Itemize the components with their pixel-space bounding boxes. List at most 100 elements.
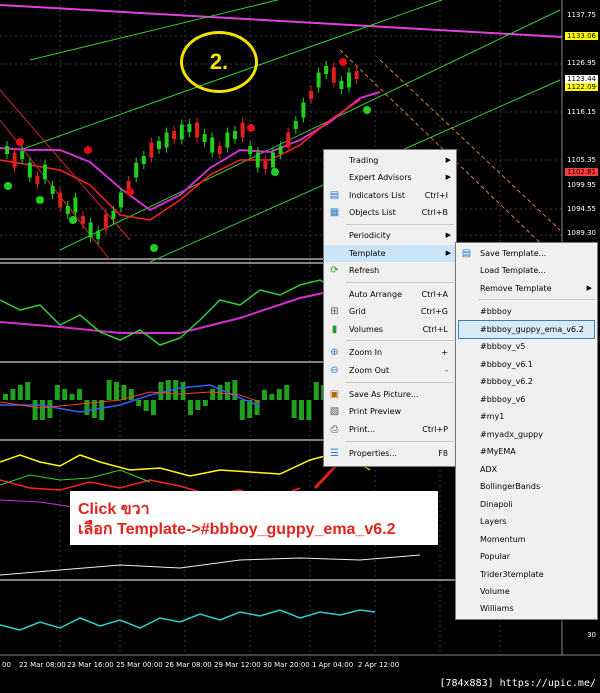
submenu-arrow-icon: ▶ — [445, 249, 451, 257]
menu-item-label: Trading — [349, 156, 379, 165]
price-label: 1137.75 — [567, 11, 596, 19]
print-icon: ⎙ — [330, 424, 339, 435]
submenu-item-label: #bbboy_guppy_ema_v6.2 — [480, 325, 584, 334]
submenu-item-label: #bbboy_v6.2 — [480, 377, 534, 386]
price-tag: 1133.06 — [565, 32, 598, 40]
menu-item-expert-advisors[interactable]: Expert Advisors ▶ — [324, 169, 456, 186]
histogram-bar — [114, 382, 119, 400]
submenu-item-template[interactable]: Dinapoli — [456, 496, 597, 513]
indicator-axis-label: 30 — [587, 631, 596, 639]
menu-item-label: Grid — [349, 307, 366, 316]
submenu-item-template[interactable]: #my1 — [456, 408, 597, 425]
menu-item-save-as-picture[interactable]: ▣ Save As Picture... — [324, 386, 456, 403]
submenu-item-label: #my1 — [480, 412, 505, 421]
price-label: 1126.95 — [567, 59, 596, 67]
submenu-item-template[interactable]: #MyEMA — [456, 443, 597, 460]
candle — [149, 142, 154, 158]
menu-item-trading[interactable]: Trading ▶ — [324, 152, 456, 169]
submenu-item-template[interactable]: ADX — [456, 461, 597, 478]
menu-item-print[interactable]: ⎙ Print... Ctrl+P — [324, 421, 456, 438]
submenu-item-template[interactable]: Volume — [456, 583, 597, 600]
menu-shortcut: Ctrl+L — [422, 325, 448, 334]
menu-item-auto-arrange[interactable]: Auto Arrange Ctrl+A — [324, 286, 456, 303]
submenu-item-remove-template[interactable]: Remove Template ▶ — [456, 280, 597, 297]
submenu-item-template[interactable]: Williams — [456, 600, 597, 617]
candle — [324, 66, 329, 74]
submenu-item-template-selected[interactable]: #bbboy_guppy_ema_v6.2 — [456, 321, 597, 338]
menu-item-periodicity[interactable]: Periodicity ▶ — [324, 227, 456, 244]
candle — [263, 161, 268, 169]
zoom-in-icon: ⊕ — [330, 347, 339, 358]
menu-shortcut: Ctrl+P — [422, 425, 448, 434]
candle — [103, 214, 108, 230]
menu-item-properties[interactable]: ☰ Properties... F8 — [324, 445, 456, 462]
histogram-bar — [40, 400, 45, 420]
submenu-item-template[interactable]: #bbboy_v5 — [456, 338, 597, 355]
candle — [12, 152, 17, 168]
price-tag: 1122.09 — [565, 83, 598, 91]
histogram-bar — [291, 400, 297, 418]
candle — [354, 71, 359, 79]
histogram-bar — [313, 382, 319, 400]
menu-item-indicators-list[interactable]: ▤ Indicators List Ctrl+I — [324, 187, 456, 204]
candle — [164, 132, 169, 148]
price-tag: 1102.81 — [565, 168, 598, 176]
histogram-bar — [225, 382, 230, 400]
candle — [73, 197, 78, 213]
submenu-item-load-template[interactable]: Load Template... — [456, 262, 597, 279]
submenu-item-save-template[interactable]: ▤ Save Template... — [456, 245, 597, 262]
menu-item-zoom-in[interactable]: ⊕ Zoom In + — [324, 344, 456, 361]
candle — [309, 91, 313, 99]
candle — [111, 211, 116, 219]
submenu-item-label: #bbboy_v5 — [480, 342, 526, 351]
submenu-item-template[interactable]: #bbboy — [456, 303, 597, 320]
submenu-item-label: #bbboy_v6 — [480, 395, 526, 404]
menu-item-objects-list[interactable]: ▦ Objects List Ctrl+B — [324, 204, 456, 221]
candle — [339, 81, 344, 89]
histogram-bar — [180, 382, 186, 400]
candle — [157, 141, 161, 149]
menu-item-zoom-out[interactable]: ⊖ Zoom Out - — [324, 362, 456, 379]
menu-shortcut: - — [445, 366, 448, 375]
submenu-item-template[interactable]: Trider3template — [456, 566, 597, 583]
submenu-item-template[interactable]: BollingerBands — [456, 478, 597, 495]
histogram-bar — [77, 389, 82, 400]
candle — [248, 146, 253, 154]
histogram-bar — [136, 400, 142, 406]
menu-shortcut: F8 — [438, 449, 448, 458]
menu-item-grid[interactable]: ⊞ Grid Ctrl+G — [324, 303, 456, 320]
histogram-bar — [3, 394, 8, 400]
menu-item-refresh[interactable]: ⟳ Refresh — [324, 262, 456, 279]
candle — [225, 132, 230, 148]
menu-shortcut: + — [441, 348, 448, 357]
submenu-item-template[interactable]: Momentum — [456, 531, 597, 548]
submenu-item-template[interactable]: #bbboy_v6.2 — [456, 373, 597, 390]
candle — [217, 146, 222, 154]
submenu-item-template[interactable]: Popular — [456, 548, 597, 565]
histogram-bar — [32, 400, 38, 420]
menu-shortcut: Ctrl+I — [424, 191, 448, 200]
histogram-bar — [158, 382, 164, 400]
candle — [119, 192, 123, 208]
candle — [58, 192, 63, 208]
submenu-item-label: Remove Template — [480, 284, 552, 293]
submenu-item-template[interactable]: #bbboy_v6.1 — [456, 356, 597, 373]
submenu-item-label: Layers — [480, 517, 507, 526]
histogram-bar — [262, 390, 267, 400]
submenu-arrow-icon: ▶ — [445, 173, 451, 181]
candle — [20, 151, 25, 159]
menu-item-template[interactable]: Template ▶ — [324, 245, 456, 262]
menu-item-print-preview[interactable]: ▧ Print Preview — [324, 403, 456, 420]
candle — [202, 134, 207, 142]
menu-item-label: Zoom In — [349, 348, 383, 357]
menu-item-volumes[interactable]: ▮ Volumes Ctrl+L — [324, 321, 456, 338]
submenu-item-label: Trider3template — [480, 570, 544, 579]
candle — [81, 216, 85, 224]
submenu-item-template[interactable]: #bbboy_v6 — [456, 391, 597, 408]
submenu-item-template[interactable]: Layers — [456, 513, 597, 530]
callout-line-2: เลือก Template->#bbboy_guppy_ema_v6.2 — [78, 521, 396, 538]
candle — [88, 222, 93, 238]
candle — [172, 131, 177, 139]
menu-shortcut: Ctrl+G — [420, 307, 448, 316]
submenu-item-template[interactable]: #myadx_guppy — [456, 426, 597, 443]
